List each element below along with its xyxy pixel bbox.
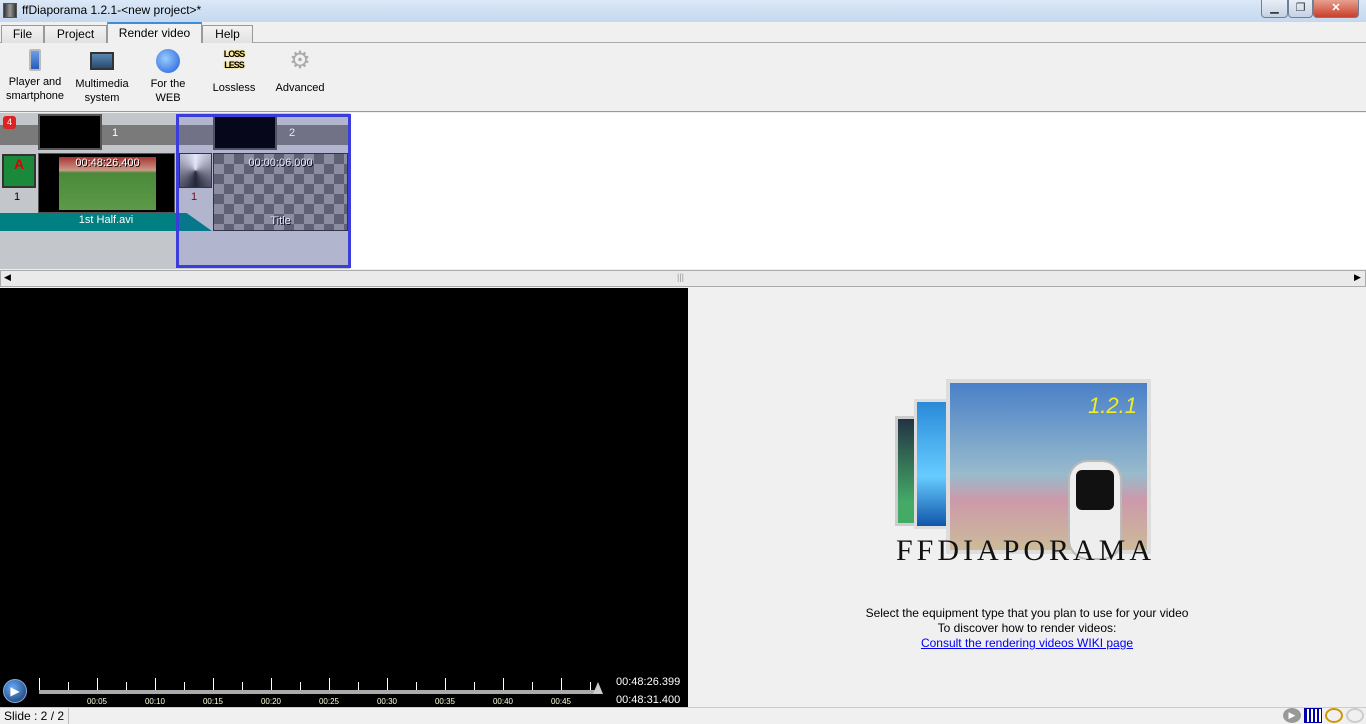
video-preview bbox=[0, 288, 688, 707]
timeline: 4 1 A 1 00:48:26.400 1st Half.avi 2 1 00… bbox=[0, 113, 1366, 269]
total-time: 00:48:31.400 bbox=[616, 694, 681, 706]
slide-number: 1 bbox=[112, 127, 119, 139]
lossless-icon: LOSS LESS bbox=[223, 49, 246, 70]
player-controls: ▶ 00:05 00:10 00:15 00:20 00:25 00:30 00:35 00:… bbox=[0, 675, 688, 707]
logo-text: FFDIAPORAMA bbox=[896, 534, 1156, 567]
seek-bar[interactable] bbox=[39, 690, 599, 694]
tab-project[interactable]: Project bbox=[44, 25, 107, 44]
globe-icon bbox=[156, 49, 180, 73]
play-button[interactable]: ▶ bbox=[3, 679, 27, 703]
status-bar: Slide : 2 / 2 ▶ bbox=[0, 707, 1366, 724]
label: Multimedia bbox=[75, 78, 129, 90]
timeline-track: 4 1 A 1 00:48:26.400 1st Half.avi 2 1 00… bbox=[0, 113, 351, 269]
player-smartphone-button[interactable]: Player and smartphone bbox=[3, 49, 67, 103]
ruler-tick-label: 00:40 bbox=[492, 697, 514, 706]
transition-number: 1 bbox=[14, 191, 21, 203]
slide-counter: Slide : 2 / 2 bbox=[0, 708, 70, 724]
ruler-tick bbox=[271, 678, 272, 690]
zoom-in-icon[interactable] bbox=[1325, 708, 1343, 723]
ruler-tick bbox=[126, 682, 127, 690]
current-time: 00:48:26.399 bbox=[616, 676, 681, 688]
label: Advanced bbox=[275, 82, 325, 94]
info-line-2: To discover how to render videos: bbox=[937, 621, 1117, 635]
ruler-tick bbox=[329, 678, 330, 690]
ruler-tick bbox=[39, 678, 40, 690]
label: smartphone bbox=[5, 90, 65, 102]
ruler-tick-label: 00:35 bbox=[434, 697, 456, 706]
wiki-link[interactable]: Consult the rendering videos WIKI page bbox=[921, 636, 1133, 650]
close-button[interactable]: ✕ bbox=[1313, 0, 1359, 18]
minimize-button[interactable]: ▁ bbox=[1261, 0, 1288, 18]
ruler-tick-label: 00:30 bbox=[376, 697, 398, 706]
selected-slide-highlight bbox=[176, 114, 351, 268]
monitor-icon bbox=[90, 52, 114, 70]
label: system bbox=[84, 92, 120, 104]
ruler-tick bbox=[590, 682, 591, 690]
ruler-tick-label: 00:15 bbox=[202, 697, 224, 706]
label: For the bbox=[150, 78, 186, 90]
slide-duration: 00:48:26.400 bbox=[75, 157, 140, 169]
ruler-tick-label: 00:05 bbox=[86, 697, 108, 706]
advanced-button[interactable]: ⚙ Advanced bbox=[270, 49, 330, 95]
window-title: ffDiaporama 1.2.1-<new project>* bbox=[22, 3, 202, 17]
scroll-right-icon[interactable]: ▶ bbox=[1354, 272, 1361, 283]
tab-help[interactable]: Help bbox=[202, 25, 253, 44]
ruler-tick bbox=[387, 678, 388, 690]
sound-track-icon[interactable]: 4 bbox=[3, 116, 16, 129]
smartphone-icon bbox=[29, 49, 41, 71]
toolbar: Player and smartphone Multimedia system Fo… bbox=[0, 43, 1366, 112]
app-icon bbox=[3, 3, 17, 18]
ruler-tick-label: 00:20 bbox=[260, 697, 282, 706]
ruler-tick bbox=[184, 682, 185, 690]
for-the-web-button[interactable]: For the WEB bbox=[140, 49, 196, 105]
ruler-tick bbox=[561, 678, 562, 690]
ruler-tick bbox=[358, 682, 359, 690]
slide-thumbnail[interactable]: 00:48:26.400 bbox=[38, 153, 175, 213]
ruler-tick-label: 00:25 bbox=[318, 697, 340, 706]
label: WEB bbox=[155, 92, 181, 104]
transition-icon[interactable]: A bbox=[2, 154, 36, 188]
tab-render-video[interactable]: Render video bbox=[107, 22, 202, 44]
tab-file[interactable]: File bbox=[1, 25, 44, 44]
menu-tabs: File Project Render video Help bbox=[0, 22, 1366, 44]
version-label: 1.2.1 bbox=[1088, 393, 1137, 418]
info-panel: 1.2.1 FFDIAPORAMA Select the equipment t… bbox=[688, 288, 1366, 707]
timeline-scrollbar[interactable]: ◀ ||| ▶ bbox=[0, 270, 1366, 287]
multimedia-system-button[interactable]: Multimedia system bbox=[70, 49, 134, 105]
seek-handle[interactable] bbox=[592, 682, 603, 694]
ruler-tick bbox=[242, 682, 243, 690]
ruler-tick bbox=[503, 678, 504, 690]
ruler-tick bbox=[532, 682, 533, 690]
info-line-1: Select the equipment type that you plan … bbox=[865, 606, 1189, 620]
ruler-tick-label: 00:45 bbox=[550, 697, 572, 706]
gear-icon: ⚙ bbox=[289, 47, 311, 74]
label: Player and bbox=[8, 76, 62, 88]
ruler-tick bbox=[68, 682, 69, 690]
background-thumbnail[interactable] bbox=[38, 114, 102, 150]
title-bar: ffDiaporama 1.2.1-<new project>* ▁ ❐ ✕ bbox=[0, 0, 1366, 22]
ruler-tick bbox=[155, 678, 156, 690]
ruler-tick bbox=[300, 682, 301, 690]
ruler-tick-label: 00:10 bbox=[144, 697, 166, 706]
restore-button[interactable]: ❐ bbox=[1288, 0, 1313, 18]
play-icon[interactable]: ▶ bbox=[1283, 708, 1301, 723]
ruler-tick bbox=[474, 682, 475, 690]
ruler-tick bbox=[416, 682, 417, 690]
ruler-tick bbox=[213, 678, 214, 690]
zoom-out-icon[interactable] bbox=[1346, 708, 1364, 723]
ruler-tick bbox=[97, 678, 98, 690]
scroll-left-icon[interactable]: ◀ bbox=[4, 272, 11, 283]
label: Lossless bbox=[212, 82, 256, 94]
lossless-button[interactable]: LOSS LESS Lossless bbox=[206, 49, 262, 95]
grid-icon[interactable] bbox=[1304, 708, 1322, 723]
ruler-tick bbox=[445, 678, 446, 690]
